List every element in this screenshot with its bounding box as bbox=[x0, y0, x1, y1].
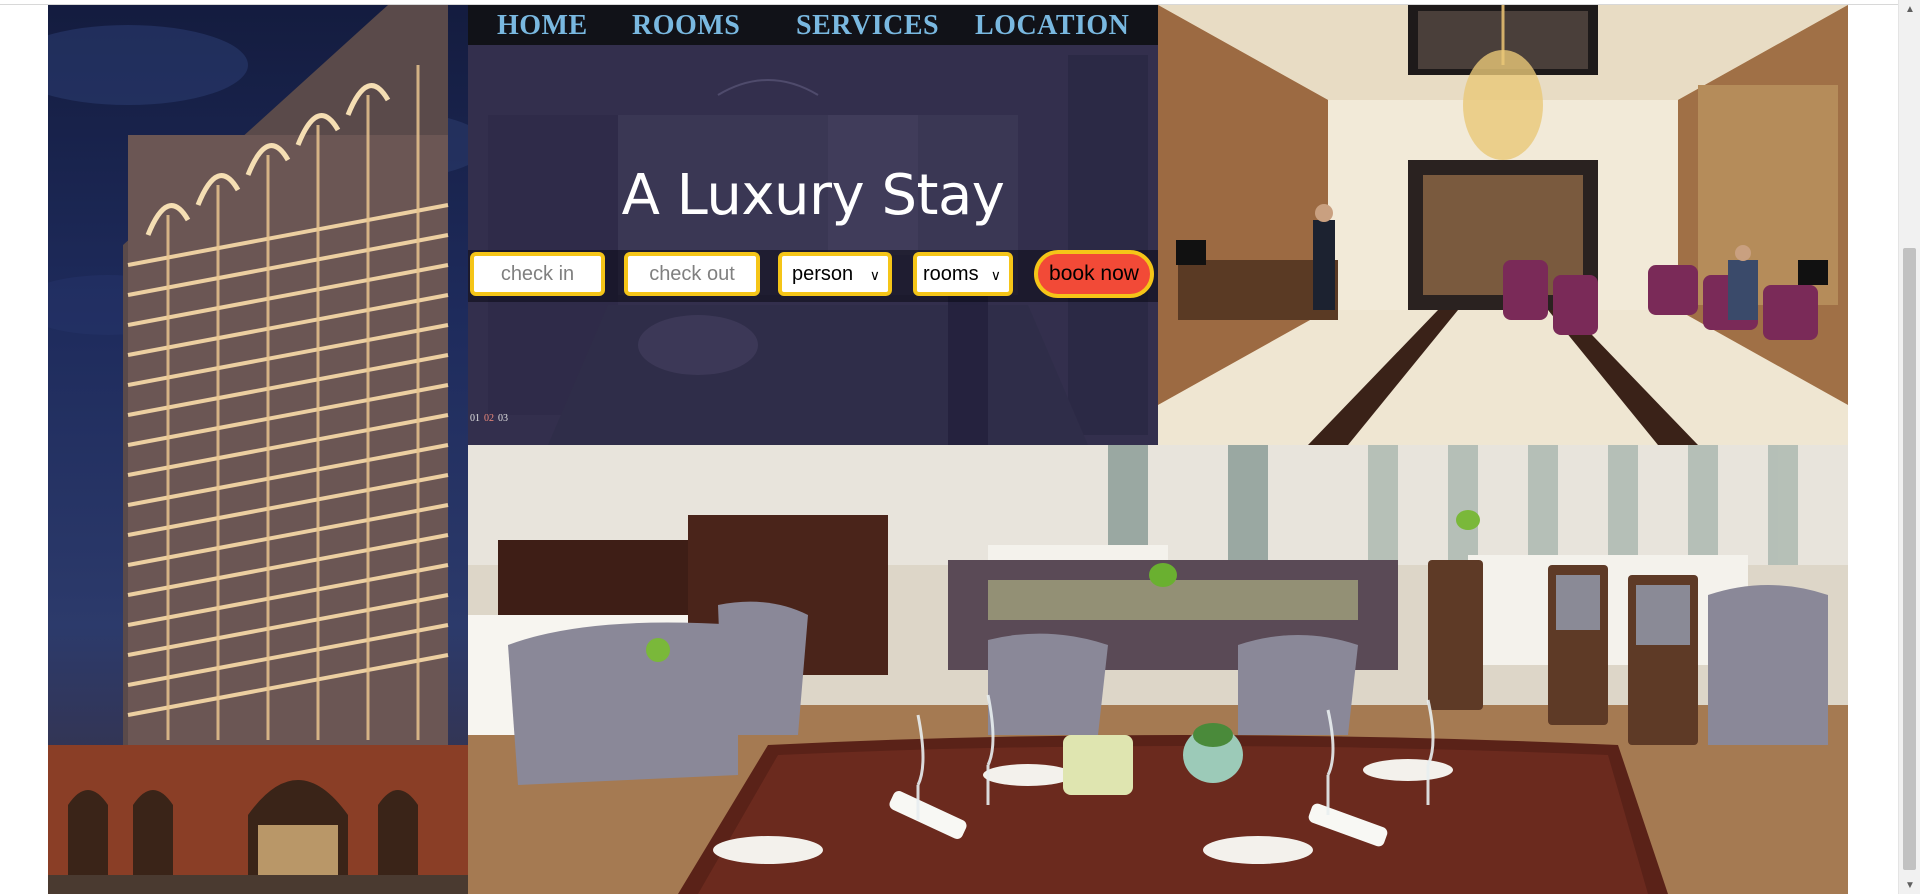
scroll-up-arrow-icon[interactable]: ▲ bbox=[1899, 0, 1920, 18]
hero-title: A Luxury Stay bbox=[621, 163, 1005, 228]
slider-indicator: 01 02 03 bbox=[470, 413, 512, 424]
person-select[interactable]: person ∨ bbox=[778, 252, 892, 296]
hotel-tower-night-icon bbox=[48, 5, 468, 894]
page-scrollbar[interactable]: ▲ ▼ bbox=[1898, 0, 1920, 894]
rooms-select[interactable]: rooms ∨ bbox=[913, 252, 1013, 296]
hotel-tower-image bbox=[48, 5, 468, 894]
page: HOME ROOMS SERVICES LOCATION A Luxury St… bbox=[0, 0, 1920, 894]
restaurant-image bbox=[468, 445, 1848, 894]
slide-dot-1[interactable]: 01 bbox=[470, 413, 480, 424]
scroll-down-arrow-icon[interactable]: ▼ bbox=[1899, 876, 1920, 894]
check-in-field[interactable]: check in bbox=[470, 252, 605, 296]
nav-services[interactable]: SERVICES bbox=[796, 10, 939, 42]
hotel-lobby-icon bbox=[1158, 5, 1848, 445]
slide-dot-3[interactable]: 03 bbox=[498, 413, 508, 424]
nav-location[interactable]: LOCATION bbox=[975, 10, 1129, 42]
restaurant-icon bbox=[468, 445, 1848, 894]
book-now-button[interactable]: book now bbox=[1034, 250, 1154, 298]
slide-dot-2[interactable]: 02 bbox=[484, 413, 494, 424]
hotel-lobby-image bbox=[1158, 5, 1848, 445]
person-select-label: person bbox=[792, 262, 854, 285]
check-out-field[interactable]: check out bbox=[624, 252, 760, 296]
scroll-thumb[interactable] bbox=[1903, 248, 1916, 870]
chevron-down-icon: ∨ bbox=[990, 267, 1001, 283]
nav-rooms[interactable]: ROOMS bbox=[632, 10, 740, 42]
chevron-down-icon: ∨ bbox=[869, 267, 880, 283]
rooms-select-label: rooms bbox=[923, 262, 979, 285]
hero-section: HOME ROOMS SERVICES LOCATION A Luxury St… bbox=[468, 5, 1158, 445]
top-navigation: HOME ROOMS SERVICES LOCATION bbox=[468, 5, 1158, 45]
nav-home[interactable]: HOME bbox=[497, 10, 588, 42]
